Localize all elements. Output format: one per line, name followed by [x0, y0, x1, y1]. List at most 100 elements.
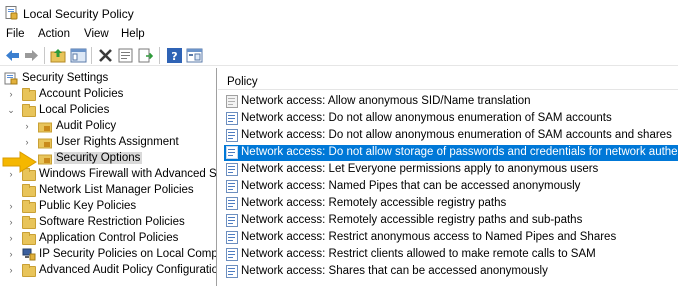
folder-icon [22, 200, 36, 213]
chevron-right-icon[interactable]: › [22, 120, 32, 132]
chevron-right-icon[interactable]: › [6, 200, 16, 212]
tree-item-label: Security Settings [22, 72, 109, 84]
tree-item-label: Account Policies [39, 88, 124, 100]
column-header-policy: Policy [227, 76, 258, 88]
tree-item-label: Windows Firewall with Advanced Secu [39, 168, 217, 180]
policy-label: Network access: Allow anonymous SID/Name… [241, 95, 531, 107]
list-item[interactable]: Network access: Do not allow anonymous e… [224, 111, 678, 127]
policy-label: Network access: Do not allow storage of … [241, 146, 678, 158]
back-icon[interactable] [4, 47, 21, 64]
chevron-down-icon[interactable]: ⌄ [6, 104, 16, 116]
folder-icon [22, 264, 36, 277]
properties-icon[interactable] [117, 47, 134, 64]
security-settings-icon [4, 72, 18, 85]
policy-label: Network access: Do not allow anonymous e… [241, 129, 672, 141]
title-bar: Local Security Policy [0, 0, 678, 26]
policy-icon [226, 214, 238, 227]
lock-folder-icon [38, 138, 52, 149]
local-security-policy-icon [5, 6, 18, 20]
tree-item-label: User Rights Assignment [56, 136, 179, 148]
lock-folder-icon [38, 122, 52, 133]
list-item[interactable]: Network access: Named Pipes that can be … [224, 179, 678, 195]
chevron-right-icon[interactable]: › [6, 248, 16, 260]
list-column-header[interactable]: Policy [218, 68, 678, 90]
chevron-right-icon[interactable]: › [22, 136, 32, 148]
folder-icon [22, 232, 36, 245]
tree-item-public-key-policies[interactable]: › Public Key Policies [0, 199, 216, 215]
show-hide-tree-icon[interactable] [70, 47, 87, 64]
menu-action[interactable]: Action [38, 28, 70, 40]
lock-folder-icon [38, 154, 52, 165]
list-item[interactable]: Network access: Allow anonymous SID/Name… [224, 94, 678, 110]
list-item[interactable]: Network access: Do not allow anonymous e… [224, 128, 678, 144]
list-item[interactable]: Network access: Restrict clients allowed… [224, 247, 678, 263]
menu-file[interactable]: File [6, 28, 25, 40]
list-item[interactable]: Network access: Restrict anonymous acces… [224, 230, 678, 246]
tree-item-advanced-audit[interactable]: › Advanced Audit Policy Configuration [0, 263, 217, 279]
menu-view[interactable]: View [84, 28, 109, 40]
chevron-right-icon[interactable]: › [6, 88, 16, 100]
export-list-icon[interactable] [137, 47, 154, 64]
tree-item-label: Network List Manager Policies [39, 184, 194, 196]
tree-item-label: Security Options [54, 152, 143, 164]
policy-icon [226, 129, 238, 142]
folder-icon [22, 216, 36, 229]
policy-label: Network access: Do not allow anonymous e… [241, 112, 612, 124]
tree-item-local-policies[interactable]: ⌄ Local Policies [0, 103, 216, 119]
policy-icon [226, 248, 238, 261]
tree-item-account-policies[interactable]: › Account Policies [0, 87, 216, 103]
chevron-right-icon[interactable]: › [6, 216, 16, 228]
tree-item-network-list-manager[interactable]: Network List Manager Policies [0, 183, 216, 199]
tree-item-ip-security[interactable]: › IP Security Policies on Local Compute [0, 247, 217, 263]
delete-icon[interactable] [97, 47, 114, 64]
policy-icon [226, 265, 238, 278]
list-item[interactable]: Network access: Remotely accessible regi… [224, 213, 678, 229]
tree-item-label: Public Key Policies [39, 200, 137, 212]
policy-label: Network access: Shares that can be acces… [241, 265, 548, 277]
list-item[interactable]: Network access: Remotely accessible regi… [224, 196, 678, 212]
pointer-arrow-icon [2, 151, 37, 173]
tree-item-label: IP Security Policies on Local Compute [39, 248, 217, 260]
toolbar-separator [159, 47, 160, 64]
menu-help[interactable]: Help [121, 28, 145, 40]
policy-disabled-icon [226, 95, 238, 108]
policy-label: Network access: Remotely accessible regi… [241, 197, 507, 209]
policy-icon [226, 180, 238, 193]
policy-label: Network access: Remotely accessible regi… [241, 214, 583, 226]
folder-icon [22, 88, 36, 101]
toolbar: ? [0, 44, 678, 66]
up-folder-icon[interactable] [50, 47, 67, 64]
folder-icon [22, 184, 36, 197]
tree-item-software-restriction[interactable]: › Software Restriction Policies [0, 215, 216, 231]
policy-icon [226, 112, 238, 125]
window-title: Local Security Policy [23, 7, 134, 21]
policy-label: Network access: Named Pipes that can be … [241, 180, 581, 192]
list-item[interactable]: Network access: Shares that can be acces… [224, 264, 678, 280]
tree-item-audit-policy[interactable]: › Audit Policy [0, 119, 216, 135]
chevron-right-icon[interactable]: › [6, 232, 16, 244]
tree-item-label: Application Control Policies [39, 232, 179, 244]
folder-icon [22, 104, 36, 117]
tree-pane: Security Settings › Account Policies ⌄ L… [0, 68, 217, 286]
list-item[interactable]: Network access: Let Everyone permissions… [224, 162, 678, 178]
tree-item-label: Local Policies [39, 104, 110, 116]
ip-security-icon [22, 248, 36, 261]
tree-item-user-rights-assignment[interactable]: › User Rights Assignment [0, 135, 216, 151]
policy-label: Network access: Let Everyone permissions… [241, 163, 599, 175]
policy-icon [226, 231, 238, 244]
policy-label: Network access: Restrict clients allowed… [241, 248, 596, 260]
tree-item-label: Advanced Audit Policy Configuration [39, 264, 217, 276]
chevron-right-icon[interactable]: › [6, 264, 16, 276]
help-icon[interactable]: ? [166, 47, 183, 64]
tree-item-label: Software Restriction Policies [39, 216, 185, 228]
forward-icon[interactable] [23, 47, 40, 64]
toolbar-separator [91, 47, 92, 64]
console-icon[interactable] [186, 47, 203, 64]
menu-bar: File Action View Help [0, 26, 678, 44]
tree-item-security-settings[interactable]: Security Settings [0, 71, 216, 87]
policy-icon [226, 197, 238, 210]
list-item-selected[interactable]: Network access: Do not allow storage of … [224, 145, 678, 161]
tree-item-application-control[interactable]: › Application Control Policies [0, 231, 216, 247]
policy-list-pane: Policy Network access: Allow anonymous S… [218, 68, 678, 286]
tree-item-label: Audit Policy [56, 120, 117, 132]
